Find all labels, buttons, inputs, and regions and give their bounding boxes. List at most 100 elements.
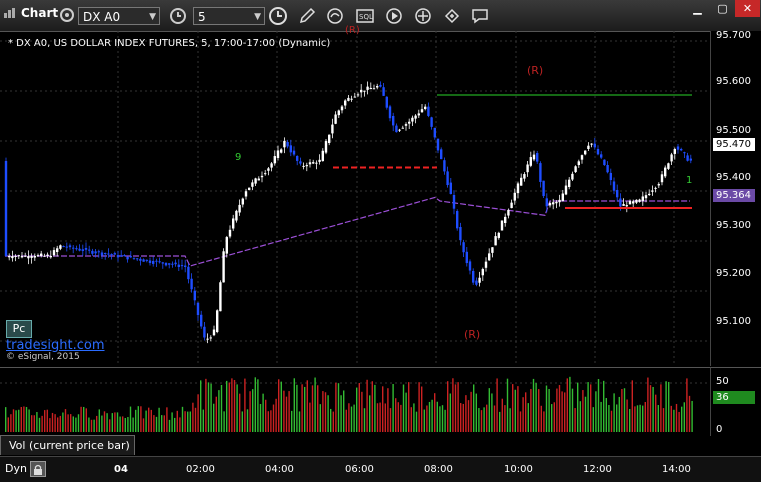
volume-bar: [75, 417, 77, 432]
target-icon[interactable]: [414, 7, 432, 25]
candle-body: [337, 110, 340, 116]
candle-body: [120, 255, 123, 257]
candle-body: [689, 158, 692, 161]
candle-body: [398, 129, 401, 131]
volume-bar: [239, 393, 241, 432]
candle-body: [558, 199, 561, 203]
volume-bar: [415, 411, 418, 432]
candle-body: [568, 179, 571, 187]
time-template-icon[interactable]: [268, 6, 288, 26]
volume-bar: [124, 418, 126, 432]
price-chart[interactable]: [0, 31, 710, 366]
volume-bar: [28, 409, 30, 432]
candle-body: [555, 201, 558, 204]
volume-bar: [496, 378, 498, 432]
volume-bar: [623, 388, 626, 432]
candle-body: [264, 173, 267, 175]
chat-icon[interactable]: [471, 7, 489, 25]
candle-body: [395, 125, 398, 133]
candle-body: [488, 253, 491, 261]
candle-body: [529, 157, 532, 166]
symbol-input[interactable]: DX A0 ▼: [78, 7, 160, 25]
volume-bar: [161, 415, 163, 432]
volume-bar: [408, 382, 410, 432]
volume-bar: [278, 379, 280, 432]
volume-bar: [431, 399, 433, 432]
volume-bar: [353, 404, 355, 432]
candle-body: [497, 232, 500, 238]
candle-body: [587, 145, 590, 149]
candle-body: [161, 262, 164, 264]
volume-bar: [197, 394, 199, 432]
chevron-down-icon[interactable]: ▼: [149, 8, 156, 26]
candle-body: [372, 88, 376, 90]
candle-body: [305, 165, 308, 167]
time-axis[interactable]: Dyn 04 02:00 04:00 06:00 08:00 10:00 12:…: [0, 456, 761, 482]
candle-body: [72, 247, 75, 249]
volume-bar: [449, 393, 451, 432]
volume-label: 50: [716, 376, 729, 387]
volume-bar: [441, 405, 444, 432]
volume-bar: [343, 390, 345, 432]
volume-bar: [18, 409, 20, 432]
volume-bar: [296, 384, 298, 432]
volume-bar: [569, 376, 571, 432]
chevron-down-icon[interactable]: ▼: [254, 8, 261, 26]
lock-icon[interactable]: [30, 461, 46, 477]
volume-chart-canvas: [0, 376, 710, 432]
time-label: 12:00: [583, 464, 612, 475]
volume-bar: [148, 407, 150, 432]
refresh-icon[interactable]: [326, 7, 344, 25]
volume-bar: [23, 406, 25, 432]
volume-study-tab[interactable]: Vol (current price bar): [0, 435, 135, 455]
volume-bar: [213, 403, 215, 432]
dyn-label[interactable]: Dyn: [5, 462, 27, 475]
close-button[interactable]: ✕: [735, 0, 760, 17]
minimize-button[interactable]: ▁: [685, 0, 710, 17]
volume-bar: [192, 402, 194, 432]
price-label: 95.300: [716, 220, 751, 231]
pencil-draw-icon[interactable]: [298, 7, 316, 25]
tradesight-link[interactable]: tradesight.com: [6, 338, 105, 353]
candle-body: [388, 106, 392, 119]
volume-bar: [205, 378, 207, 432]
volume-bar: [49, 418, 51, 432]
volume-bar: [324, 392, 327, 432]
candle-body: [216, 310, 219, 332]
volume-bar: [25, 406, 28, 432]
volume-bar: [634, 406, 636, 432]
candle-body: [657, 184, 660, 186]
volume-bar: [358, 383, 360, 432]
play-icon[interactable]: [385, 7, 403, 25]
candle-body: [686, 155, 689, 161]
candle-body: [344, 100, 347, 106]
maximize-button[interactable]: ▢: [710, 0, 735, 17]
studies-icon[interactable]: SQL: [355, 7, 375, 25]
drawing-tool-icon[interactable]: [442, 6, 462, 26]
volume-bar: [608, 405, 610, 432]
candle-body: [238, 204, 241, 213]
volume-bar: [436, 401, 438, 432]
candle-body: [593, 143, 596, 148]
candle-body: [107, 253, 110, 255]
candle-body: [542, 180, 545, 197]
candle-body: [526, 164, 529, 173]
candle-body: [203, 326, 206, 338]
pc-indicator[interactable]: Pc: [6, 320, 32, 338]
volume-bar: [574, 408, 576, 432]
volume-bar: [501, 398, 503, 432]
candle-body: [539, 163, 542, 182]
candle-body: [427, 106, 430, 116]
interval-input[interactable]: 5 ▼: [193, 7, 265, 25]
volume-bar: [77, 414, 80, 432]
interval-clock-icon[interactable]: [169, 7, 187, 25]
candle-body: [244, 191, 248, 197]
volume-bar: [291, 410, 293, 432]
settings-gear-icon[interactable]: [59, 7, 75, 23]
volume-pane[interactable]: [0, 367, 710, 436]
chart-title-box[interactable]: Chart: [3, 6, 58, 20]
volume-bar: [517, 386, 519, 432]
candle-body: [155, 260, 158, 262]
candle-body: [356, 94, 360, 96]
candle-body: [638, 199, 641, 202]
